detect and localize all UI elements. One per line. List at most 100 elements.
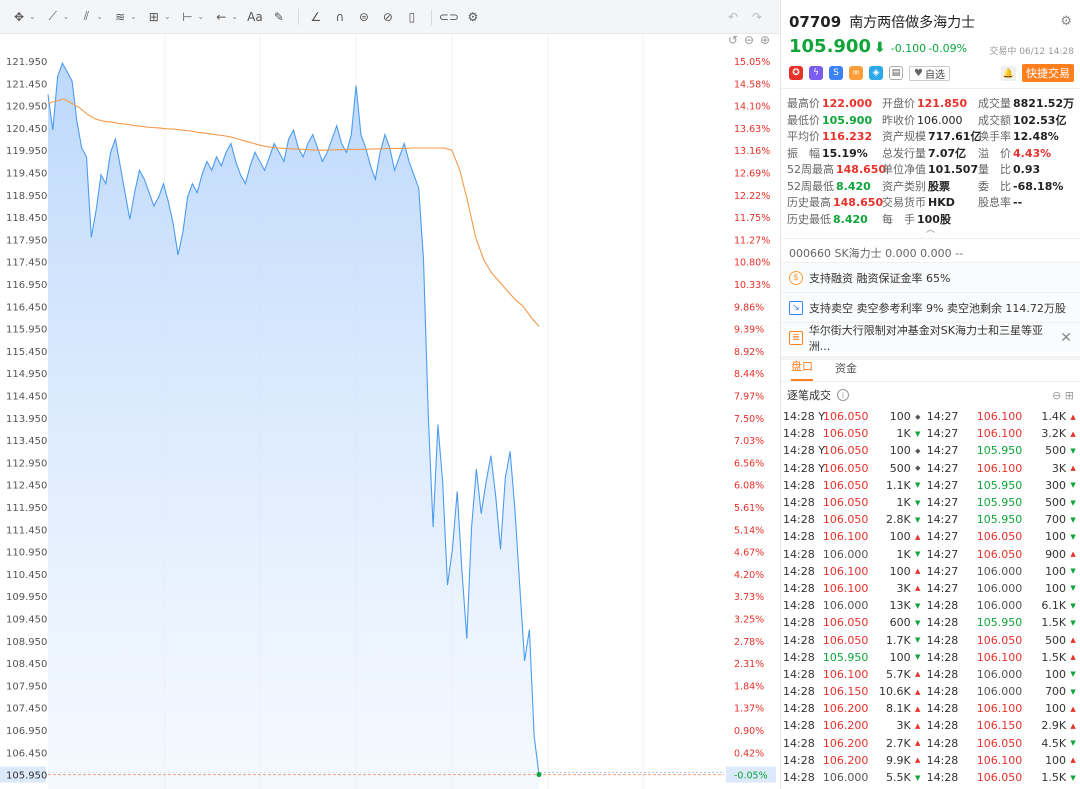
coin-icon: $: [789, 270, 803, 285]
y-tick-pct-label: 12.69%: [734, 169, 770, 180]
tick-price: 105.950: [822, 650, 869, 664]
stat-label: 量 比: [978, 163, 1011, 176]
y-tick-pct-label: 0.42%: [734, 748, 764, 759]
tick-price: 106.100: [976, 753, 1023, 767]
tick-direction-icon: ▼: [914, 481, 921, 490]
hide-icon[interactable]: ⊜: [353, 7, 375, 27]
y-tick-pct-label: 7.03%: [734, 436, 764, 447]
tick-price: 106.050: [822, 427, 869, 441]
magnet-icon[interactable]: ∩: [329, 7, 351, 27]
tick-volume: 500: [1045, 633, 1067, 647]
stat-value: HKD: [928, 196, 955, 209]
tick-price: 106.000: [976, 564, 1023, 578]
tick-direction-icon: ▲: [1070, 550, 1076, 559]
erase-icon[interactable]: ⊘: [377, 7, 399, 27]
lightning-icon[interactable]: ϟ: [809, 66, 823, 80]
tick-row: 14:28 106.050 1.1K ▼ 14:27 105.950 300 ▼: [781, 477, 1080, 494]
line-tool-icon[interactable]: ⟋: [42, 7, 64, 27]
tick-time: 14:28: [783, 753, 815, 767]
stock-name: 南方两倍做多海力士: [849, 15, 976, 31]
stat-item: 52周最高 148.650: [787, 161, 886, 177]
stat-item: 换手率 12.48%: [978, 128, 1074, 144]
y-tick-label: 118.950: [6, 191, 47, 202]
tick-price: 105.950: [976, 513, 1023, 527]
tick-time: 14:27: [926, 530, 959, 544]
tick-volume: 100: [889, 650, 911, 664]
info-icon[interactable]: i: [837, 389, 849, 401]
tick-price: 106.100: [822, 530, 869, 544]
chart-panel: ✥ ⌄ ⟋ ⌄ ⫽ ⌄ ≋ ⌄ ⊞ ⌄ ⊢ ⌄ ← ⌄ Aa ✎ ∠ ∩ ⊜ ⊘ ▯ ⊂⊃ ⚙…: [0, 0, 780, 789]
tick-volume: 100: [889, 564, 911, 578]
tick-volume: 100: [889, 410, 911, 424]
tab-orderbook[interactable]: 盘口: [791, 358, 813, 381]
pattern-tool-icon[interactable]: ⊞: [143, 7, 165, 27]
tick-volume: 3.2K: [1041, 427, 1067, 441]
stat-label: 52周最高: [787, 163, 834, 176]
tick-direction-icon: ▼: [914, 429, 921, 438]
y-tick-pct-label: 15.05%: [734, 57, 770, 68]
delete-icon[interactable]: ▯: [401, 7, 423, 27]
stat-value: 股票: [928, 179, 950, 193]
doc-icon[interactable]: ▤: [889, 66, 903, 80]
redo-icon[interactable]: ↷: [746, 7, 768, 27]
self-select-button[interactable]: ♥ 自选: [909, 65, 950, 81]
measure-tool-icon[interactable]: ⊢: [177, 7, 199, 27]
tick-direction-icon: ▼: [1070, 515, 1076, 524]
news-info[interactable]: ≣ 华尔街大行限制对冲基金对SK海力士和三星等亚洲... ✕: [781, 322, 1080, 353]
short-info[interactable]: ↘ 支持卖空 卖空参考利率 9% 卖空池剩余 114.72万股: [781, 292, 1080, 322]
tick-volume: 13K: [889, 599, 911, 613]
channel-tool-icon[interactable]: ⫽: [75, 7, 97, 27]
arrow-tool-icon[interactable]: ←: [210, 7, 232, 27]
link-icon[interactable]: ⊂⊃: [438, 7, 460, 27]
brush-tool-icon[interactable]: ✎: [268, 7, 290, 27]
stat-value: -68.18%: [1013, 179, 1064, 193]
settings-icon[interactable]: ⚙: [462, 7, 484, 27]
stat-label: 溢 价: [978, 146, 1011, 160]
bell-icon[interactable]: 🔔: [1001, 66, 1016, 81]
crosshair-icon[interactable]: ✥: [8, 7, 30, 27]
hk-connect-icon[interactable]: ✪: [789, 66, 803, 80]
s-badge-icon[interactable]: S: [829, 66, 843, 80]
close-icon[interactable]: ✕: [1060, 330, 1072, 346]
tick-time: 14:28: [783, 599, 815, 613]
y-tick-pct-label: 13.63%: [734, 124, 770, 135]
tick-time: 14:28: [783, 427, 815, 441]
last-price: 105.900: [789, 36, 871, 57]
fib-tool-icon[interactable]: ≋: [109, 7, 131, 27]
tick-direction-icon: ◆: [915, 412, 921, 421]
stat-value: 121.850: [917, 97, 968, 110]
tick-price: 105.950: [976, 444, 1023, 458]
angle-tool-icon[interactable]: ∠: [305, 7, 327, 27]
y-tick-pct-label: 6.56%: [734, 458, 764, 469]
tick-volume: 3K: [896, 719, 911, 733]
tick-time: 14:27: [926, 513, 959, 527]
tick-time: 14:28: [783, 702, 815, 716]
tick-direction-icon: ▼: [1070, 773, 1076, 782]
tick-volume: 100: [1045, 753, 1067, 767]
chain-icon[interactable]: ∞: [849, 66, 863, 80]
margin-info[interactable]: $ 支持融资 融资保证金率 65%: [781, 262, 1080, 292]
tick-row: 14:28 106.000 5.5K ▼ 14:28 106.050 1.5K ▼: [781, 769, 1080, 786]
y-tick-label: 112.450: [6, 481, 47, 492]
tab-capital[interactable]: 资金: [835, 360, 857, 381]
y-tick-pct-label: 2.78%: [734, 637, 764, 648]
related-stock[interactable]: 000660 SK海力士 0.000 0.000 --: [781, 238, 1080, 262]
fast-trade-button[interactable]: 快捷交易: [1022, 64, 1074, 82]
tick-volume: 100: [889, 444, 911, 458]
tick-time: 14:28: [783, 530, 815, 544]
undo-icon[interactable]: ↶: [722, 7, 744, 27]
tick-price: 106.100: [976, 702, 1023, 716]
gear-icon[interactable]: ⚙: [1060, 14, 1072, 29]
tick-direction-icon: ▲: [914, 687, 921, 696]
tag-icon[interactable]: ◈: [869, 66, 883, 80]
tick-row: 14:28 105.950 100 ▼ 14:28 106.100 1.5K ▲: [781, 649, 1080, 666]
intraday-chart[interactable]: 121.950 15.05% 121.450 14.58% 120.950 14.10% 1…: [0, 34, 780, 789]
collapse-icon[interactable]: ⊖ ⊞: [1052, 389, 1074, 402]
tick-time: 14:27: [926, 496, 959, 510]
text-tool-icon[interactable]: Aa: [244, 7, 266, 27]
chart-down-icon: ↘: [789, 300, 803, 315]
y-tick-label: 114.950: [6, 369, 47, 380]
stat-value: 122.000: [822, 97, 873, 110]
tick-direction-icon: ▼: [1070, 567, 1076, 576]
y-tick-label: 112.950: [6, 458, 47, 469]
